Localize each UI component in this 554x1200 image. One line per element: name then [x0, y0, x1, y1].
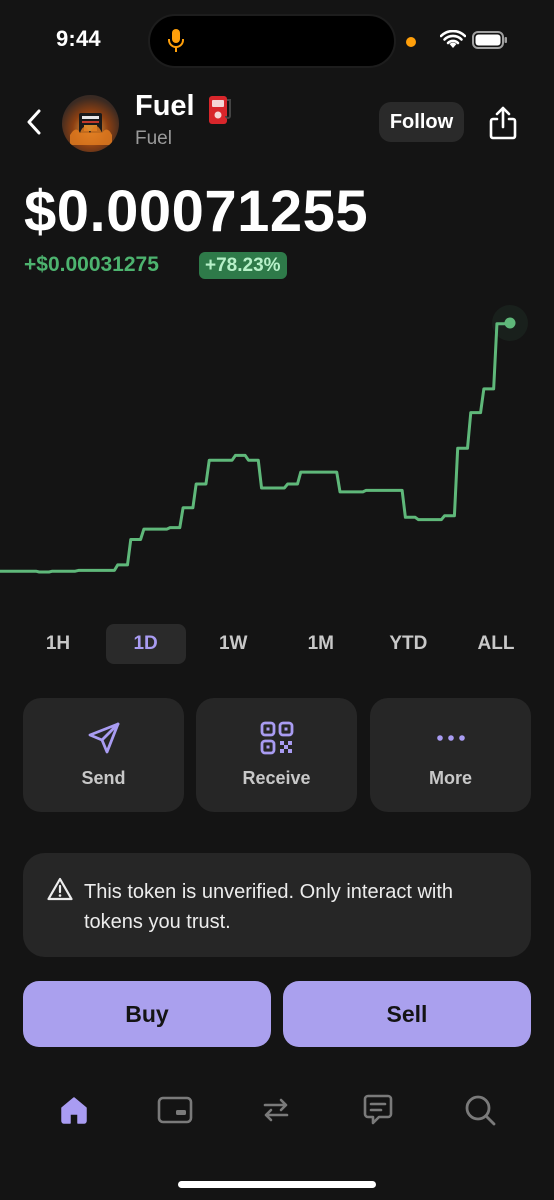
range-tab-all[interactable]: ALL — [456, 624, 536, 664]
sell-button[interactable]: Sell — [283, 981, 531, 1047]
more-dots-icon — [433, 720, 469, 756]
home-indicator — [178, 1181, 376, 1188]
nav-home[interactable] — [54, 1090, 94, 1130]
range-tab-1h[interactable]: 1H — [18, 624, 98, 664]
swap-icon — [263, 1098, 289, 1122]
price-change-percent-badge: +78.23% — [199, 252, 287, 279]
send-button[interactable]: Send — [23, 698, 184, 812]
follow-button[interactable]: Follow — [379, 102, 464, 142]
send-label: Send — [81, 768, 126, 788]
search-icon — [465, 1095, 496, 1126]
wifi-icon — [440, 30, 466, 48]
token-price: $0.00071255 — [24, 179, 369, 244]
battery-icon — [472, 31, 507, 49]
latest-point-marker — [504, 317, 516, 329]
buy-button[interactable]: Buy — [23, 981, 271, 1047]
range-tab-1w[interactable]: 1W — [193, 624, 273, 664]
fuel-pump-icon — [209, 96, 231, 124]
range-tab-1m[interactable]: 1M — [281, 624, 361, 664]
receive-button[interactable]: Receive — [196, 698, 357, 812]
send-icon — [86, 720, 122, 756]
mic-icon — [168, 29, 184, 52]
unverified-warning: This token is unverified. Only interact … — [23, 853, 531, 957]
receive-label: Receive — [242, 768, 311, 788]
back-button[interactable] — [20, 104, 48, 140]
back-icon — [27, 109, 41, 135]
more-label: More — [428, 768, 472, 788]
warning-triangle-icon — [47, 877, 73, 901]
nav-swap[interactable] — [256, 1090, 296, 1130]
price-chart[interactable] — [0, 290, 554, 600]
card-icon — [157, 1096, 193, 1124]
range-tab-ytd[interactable]: YTD — [368, 624, 448, 664]
more-button[interactable]: More — [370, 698, 531, 812]
range-tab-1d[interactable]: 1D — [105, 624, 186, 664]
qr-code-icon — [259, 720, 295, 756]
token-avatar — [62, 95, 119, 152]
chat-icon — [363, 1094, 393, 1125]
privacy-indicator-dot — [406, 37, 416, 47]
price-line — [0, 321, 511, 574]
range-tabs: 1H 1D 1W 1M YTD ALL — [18, 624, 536, 664]
price-change-amount: +$0.00031275 — [24, 253, 159, 276]
home-icon — [61, 1097, 87, 1124]
token-name: Fuel — [135, 90, 195, 122]
token-symbol: Fuel — [135, 128, 172, 149]
warning-text: This token is unverified. Only interact … — [84, 881, 454, 933]
nav-card[interactable] — [155, 1090, 195, 1130]
status-time: 9:44 — [56, 26, 101, 51]
nav-chat[interactable] — [358, 1090, 398, 1130]
share-button[interactable] — [484, 104, 522, 142]
share-icon — [489, 106, 517, 140]
nav-search[interactable] — [460, 1090, 500, 1130]
